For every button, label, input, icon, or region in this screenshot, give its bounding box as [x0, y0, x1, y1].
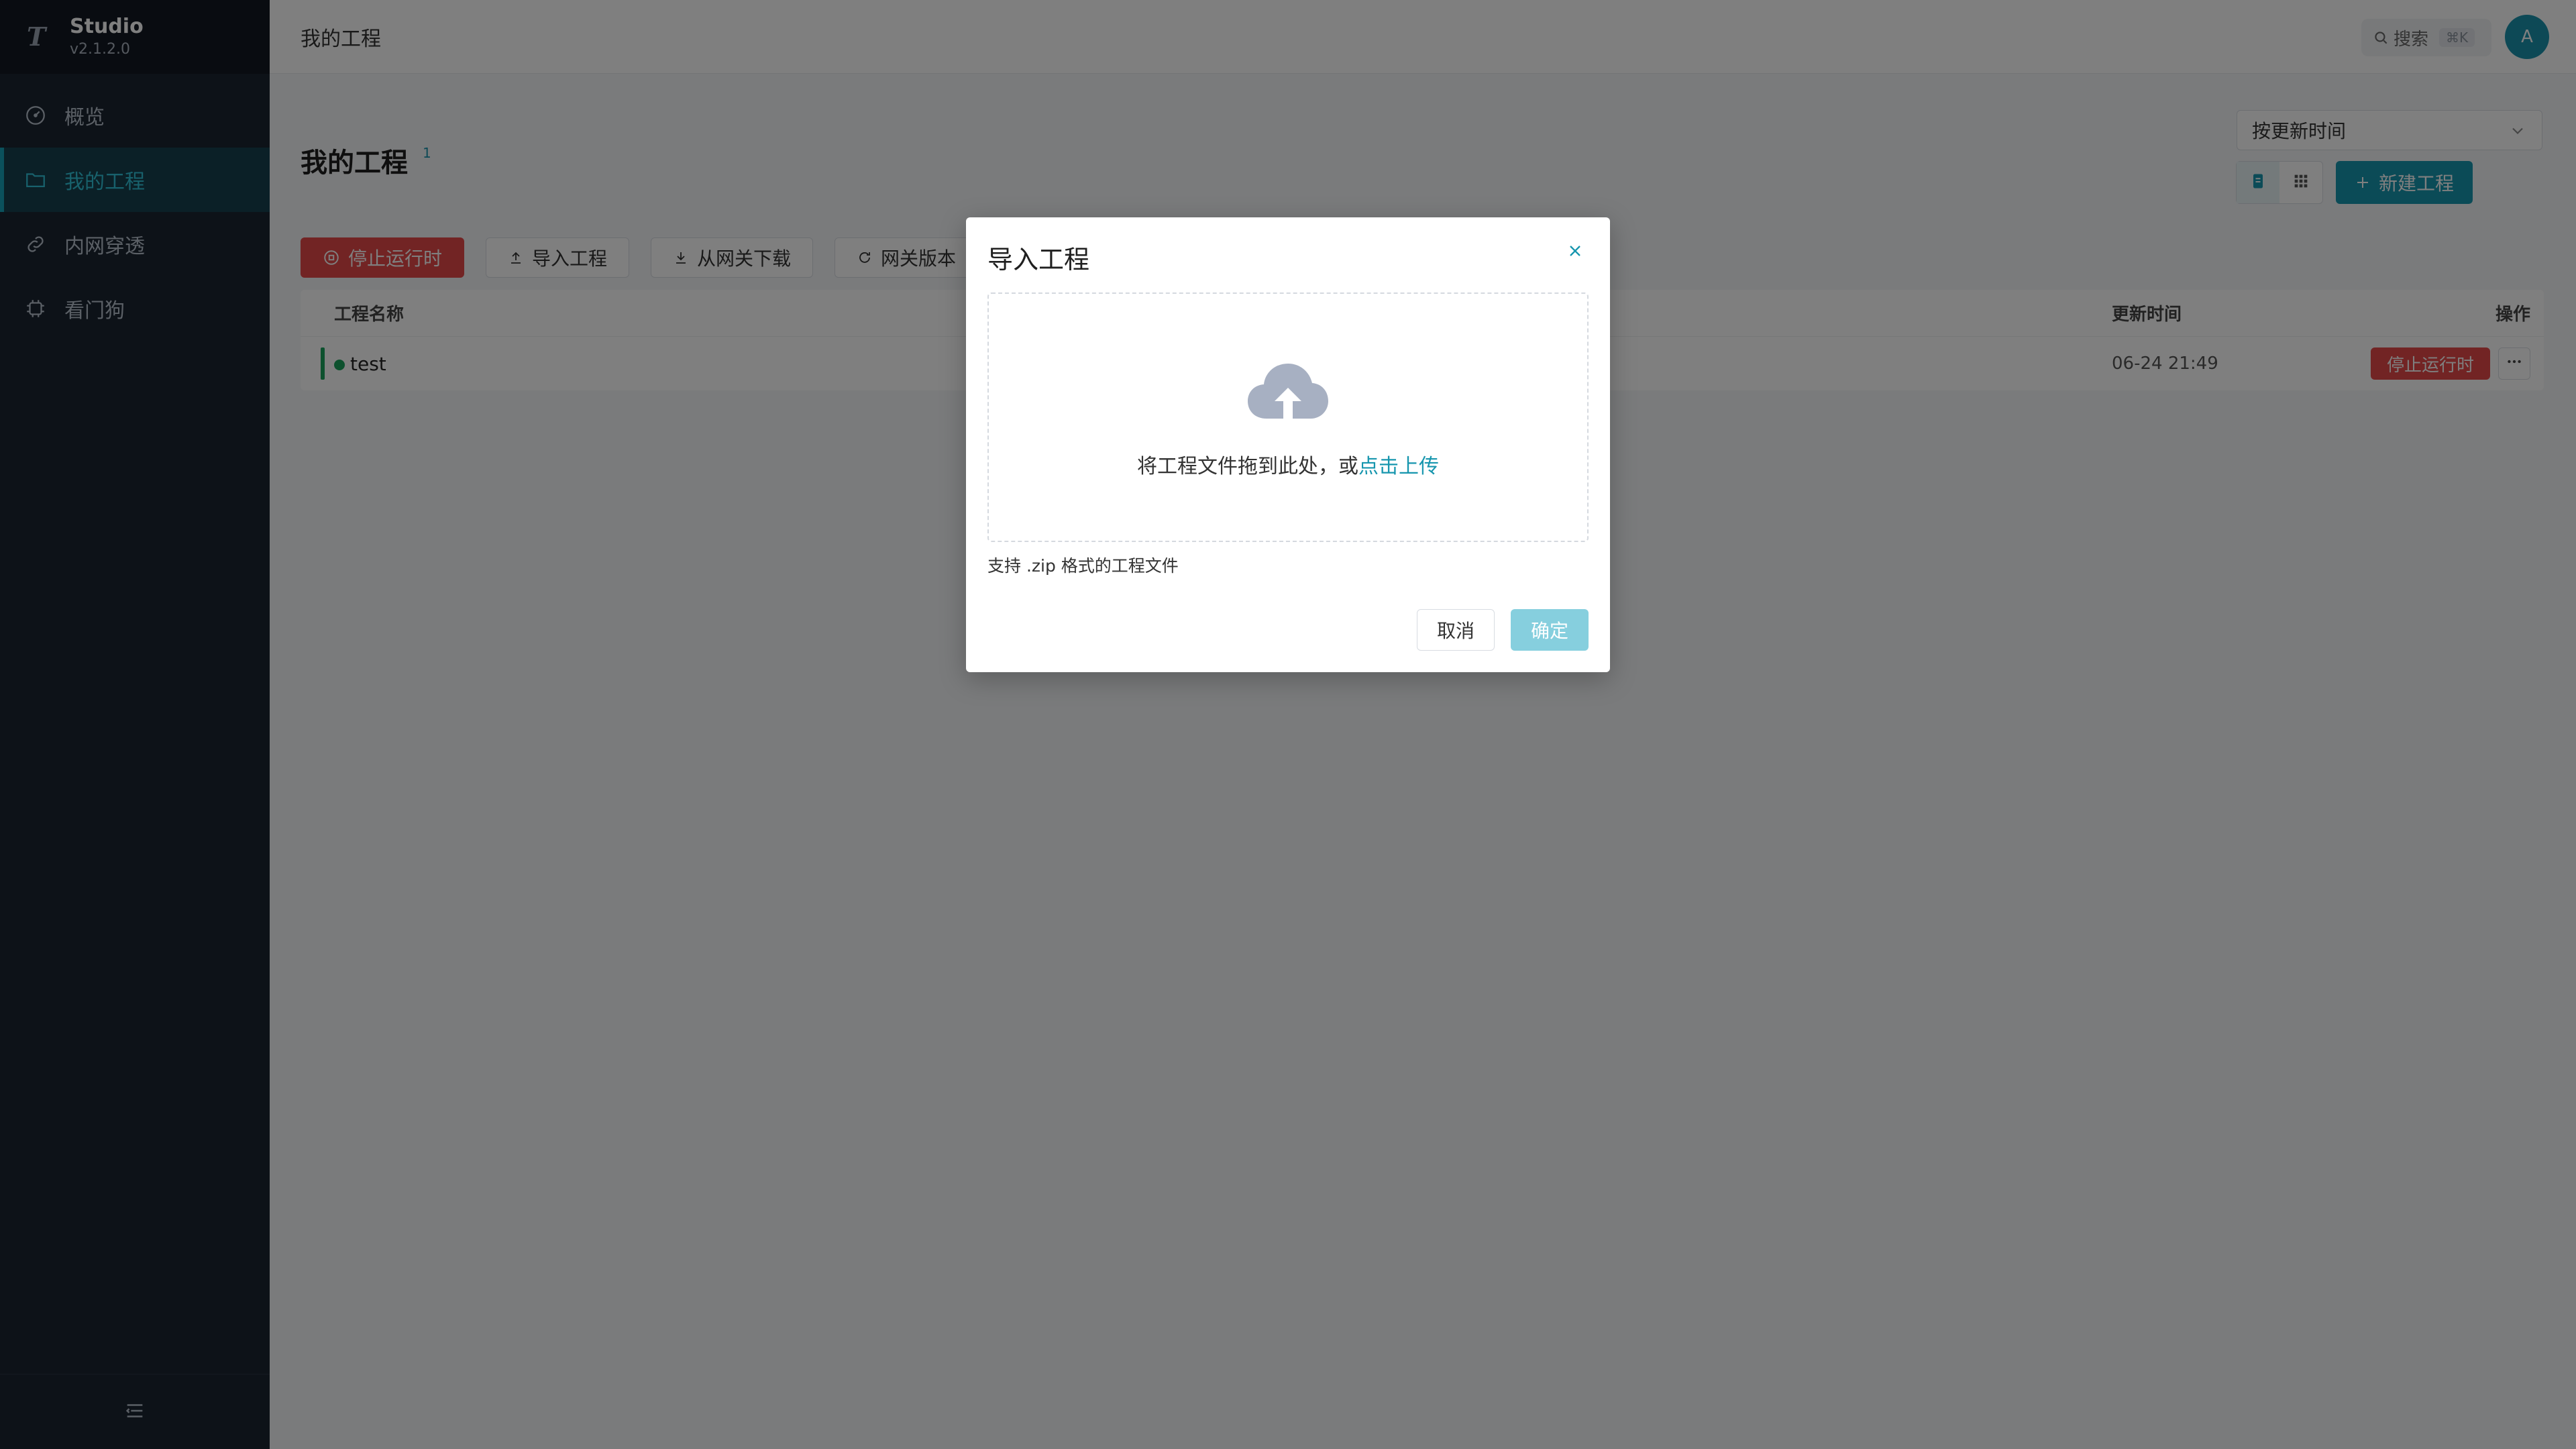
upload-dropzone[interactable]: 将工程文件拖到此处，或点击上传	[987, 292, 1589, 542]
drop-instruction: 将工程文件拖到此处，或	[1137, 455, 1358, 478]
cloud-upload-icon	[1246, 361, 1330, 428]
dropzone-text: 将工程文件拖到此处，或点击上传	[1137, 449, 1439, 479]
close-icon	[1566, 241, 1585, 263]
import-project-dialog: 导入工程 将工程文件拖到此处，或点击上传 支持 .zip 格式的工程文件 取消 …	[966, 217, 1610, 672]
dialog-title: 导入工程	[987, 245, 1090, 274]
close-button[interactable]	[1562, 239, 1589, 266]
confirm-button[interactable]: 确定	[1511, 609, 1589, 651]
click-upload-link[interactable]: 点击上传	[1358, 455, 1439, 478]
cancel-button[interactable]: 取消	[1417, 609, 1495, 651]
support-hint: 支持 .zip 格式的工程文件	[987, 556, 1179, 576]
